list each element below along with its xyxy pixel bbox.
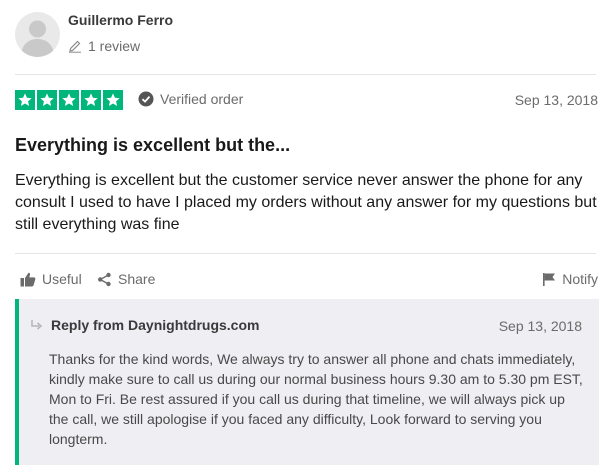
review-count: 1 review [68, 38, 140, 54]
star-icon [15, 90, 35, 110]
share-icon [98, 272, 111, 286]
reply-arrow-icon [31, 320, 43, 330]
pencil-icon [69, 40, 81, 53]
reviewer-name[interactable]: Guillermo Ferro [68, 12, 173, 28]
divider [15, 253, 596, 254]
review-body: Everything is excellent but the customer… [15, 172, 597, 233]
reply-body: Thanks for the kind words, We always try… [49, 351, 583, 447]
review-count-label: 1 review [88, 38, 141, 54]
verified-badge[interactable]: Verified order [138, 91, 243, 107]
star-rating [15, 90, 123, 110]
verified-label: Verified order [160, 91, 244, 107]
notify-button[interactable]: Notify [542, 271, 598, 287]
thumbs-up-icon [20, 272, 36, 286]
person-silhouette-icon [21, 20, 54, 57]
company-reply: Reply from Daynightdrugs.com Sep 13, 201… [15, 299, 599, 465]
star-icon [103, 90, 123, 110]
review-actions: Useful Share Notify [15, 271, 598, 291]
reply-date: Sep 13, 2018 [498, 318, 582, 334]
notify-label: Notify [562, 271, 598, 287]
reply-title: Reply from Daynightdrugs.com [51, 317, 260, 333]
share-label: Share [118, 271, 156, 287]
star-icon [37, 90, 57, 110]
flag-icon [543, 273, 556, 286]
share-button[interactable]: Share [97, 271, 155, 287]
review-title[interactable]: Everything is excellent but the... [15, 135, 290, 156]
star-icon [59, 90, 79, 110]
verified-check-icon [138, 91, 154, 107]
divider [15, 74, 596, 75]
avatar[interactable] [15, 12, 60, 57]
review-date: Sep 13, 2018 [514, 92, 598, 108]
useful-label: Useful [42, 271, 82, 287]
star-icon [81, 90, 101, 110]
useful-button[interactable]: Useful [20, 271, 82, 287]
